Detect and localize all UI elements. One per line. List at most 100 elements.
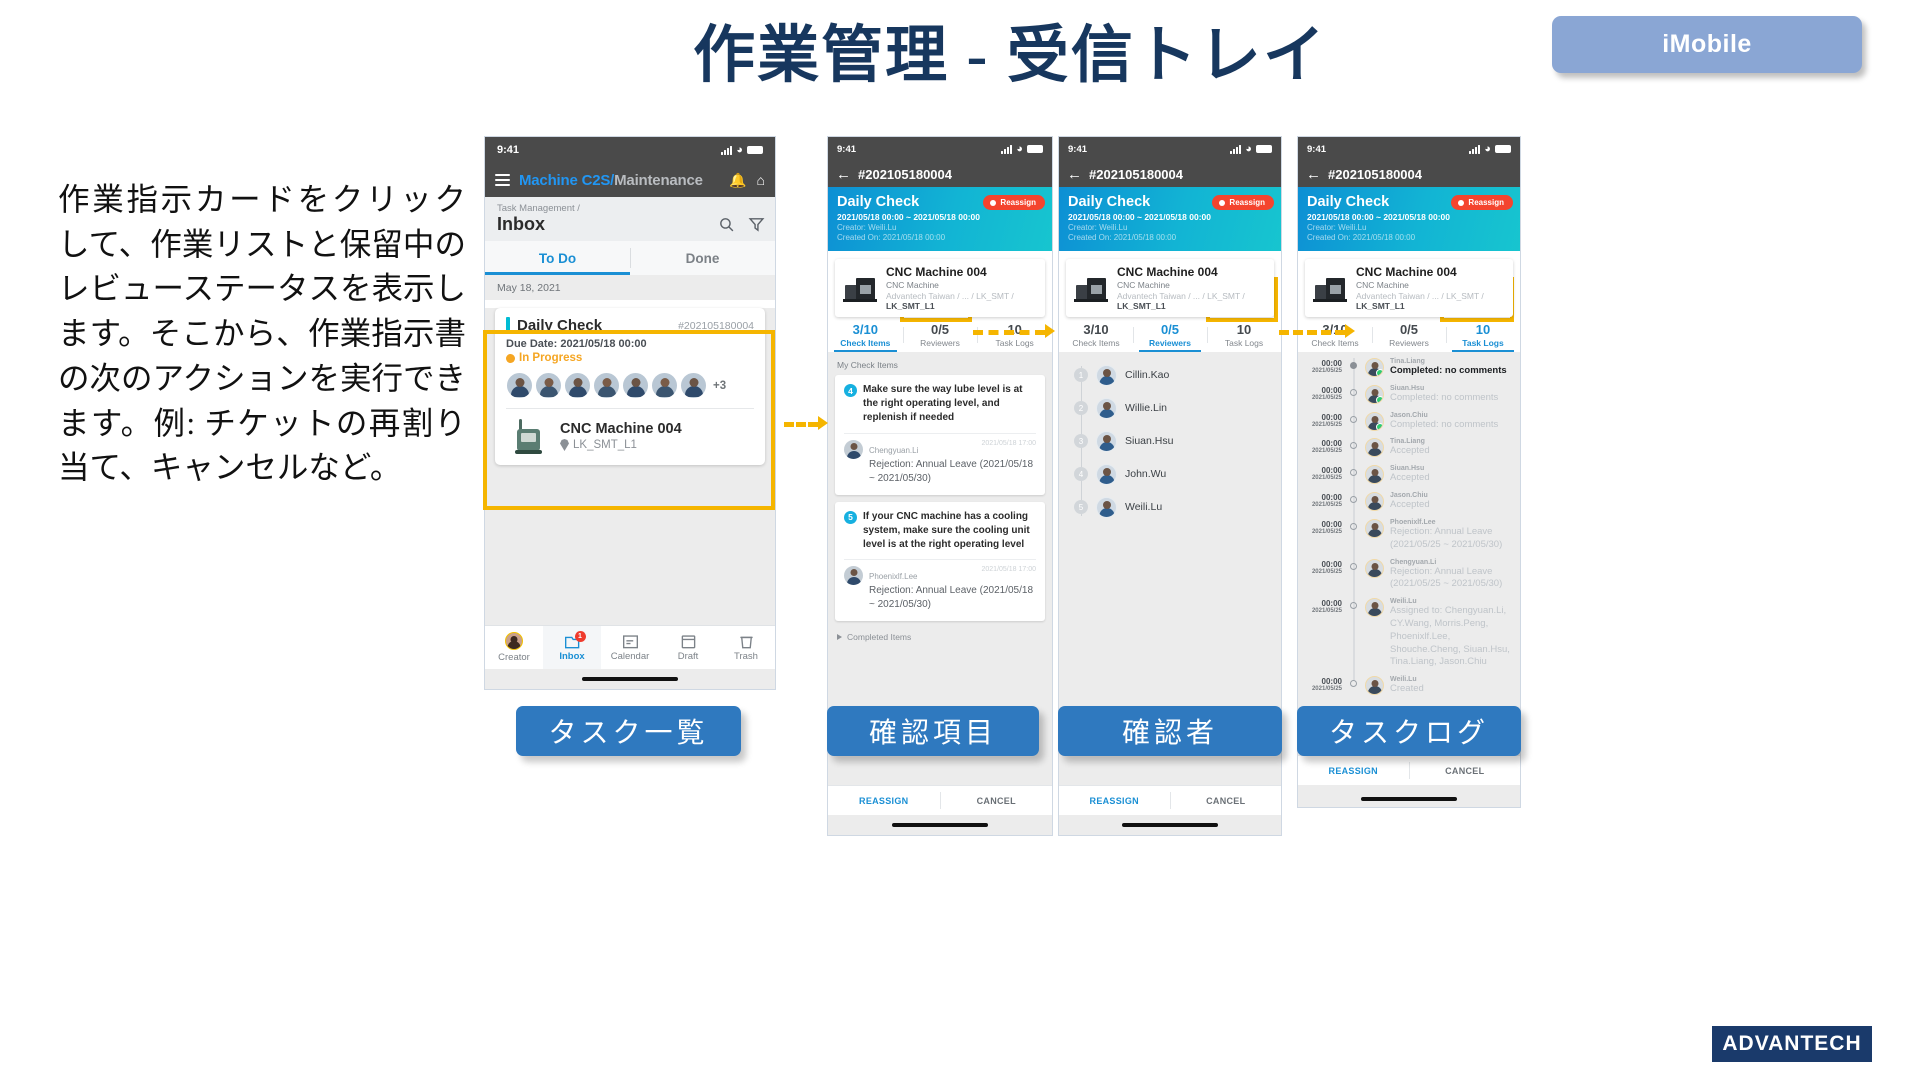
nav-item-draft[interactable]: Draft: [659, 626, 717, 669]
log-entry[interactable]: 00:00 2021/05/25 Chengyuan.Li Rejection:…: [1298, 558, 1520, 604]
stat-reviewers[interactable]: 0/5 Reviewers: [1133, 322, 1207, 352]
reassign-badge[interactable]: Reassign: [983, 195, 1045, 210]
stat-task-logs[interactable]: 10 Task Logs: [977, 322, 1052, 348]
hero-date-range: 2021/05/18 00:00 ~ 2021/05/18 00:00: [1068, 212, 1211, 222]
log-content: Jason.Chiu Accepted: [1390, 492, 1513, 512]
tab-done[interactable]: Done: [630, 241, 775, 275]
list-item[interactable]: 5 Weili.Lu: [1059, 493, 1281, 521]
stat-task-logs[interactable]: 10 Task Logs: [1446, 322, 1520, 352]
cancel-button[interactable]: CANCEL: [1171, 786, 1282, 815]
log-time: 00:00: [1321, 439, 1342, 449]
log-message: Completed: no comments: [1390, 365, 1507, 376]
machine-path-dim: Advantech Taiwan / ... / LK_SMT /: [1117, 291, 1245, 301]
status-time: 9:41: [497, 144, 520, 156]
nav-item-creator[interactable]: Creator: [485, 626, 543, 669]
list-item[interactable]: 4 John.Wu: [1059, 460, 1281, 488]
log-timestamp: 00:00 2021/05/25: [1304, 465, 1342, 485]
stat-check-items[interactable]: 3/10 Check Items: [828, 322, 903, 352]
flow-arrow-3: [1279, 330, 1345, 335]
log-content: Weili.Lu Created: [1390, 676, 1513, 696]
reassign-button[interactable]: REASSIGN: [828, 786, 940, 815]
log-entry[interactable]: 00:00 2021/05/25 Phoenixlf.Lee Rejection…: [1298, 518, 1520, 564]
log-date: 2021/05/25: [1311, 475, 1342, 482]
back-arrow-icon[interactable]: ←: [836, 166, 851, 183]
search-icon[interactable]: [718, 216, 735, 233]
cancel-button[interactable]: CANCEL: [941, 786, 1053, 815]
stat-task-logs[interactable]: 10 Task Logs: [1207, 322, 1281, 348]
wifi-icon: ◕: [1016, 142, 1023, 155]
check-item-number: 4: [844, 384, 857, 397]
stat-check-items[interactable]: 3/10 Check Items: [1298, 322, 1372, 348]
list-item[interactable]: 3 Siuan.Hsu: [1059, 427, 1281, 455]
task-card[interactable]: Daily Check #202105180004 Due Date: 2021…: [495, 308, 765, 465]
machine-card[interactable]: CNC Machine 004 CNC Machine Advantech Ta…: [835, 259, 1045, 317]
stat-label: Reviewers: [1148, 338, 1192, 348]
reassign-badge[interactable]: Reassign: [1212, 195, 1274, 210]
machine-type: CNC Machine: [1356, 280, 1409, 290]
list-item[interactable]: 2 Willie.Lin: [1059, 394, 1281, 422]
stat-reviewers[interactable]: 0/5 Reviewers: [902, 322, 978, 348]
machine-card[interactable]: CNC Machine 004 CNC Machine Advantech Ta…: [1066, 259, 1274, 317]
log-author: Siuan.Hsu: [1390, 384, 1425, 392]
hero-creator: Creator: Weili.Lu: [1307, 223, 1367, 232]
log-message: Rejection: Annual Leave (2021/05/25 ~ 20…: [1390, 565, 1503, 590]
back-arrow-icon[interactable]: ←: [1067, 166, 1082, 183]
cancel-button[interactable]: CANCEL: [1410, 756, 1521, 785]
log-content: Tina.Liang Completed: no comments: [1390, 358, 1513, 378]
list-item[interactable]: 1 Cillin.Kao: [1059, 361, 1281, 389]
timeline-dot-icon: [1350, 680, 1357, 688]
log-entry[interactable]: 00:00 2021/05/25 Siuan.Hsu Accepted: [1298, 465, 1520, 498]
completed-items-toggle[interactable]: Completed Items: [828, 628, 1052, 650]
status-time: 9:41: [1307, 143, 1327, 155]
status-indicators: ◕: [721, 144, 763, 156]
task-name: Daily Check: [517, 317, 603, 334]
nav-label: Calendar: [610, 650, 650, 662]
nav-item-trash[interactable]: Trash: [717, 626, 775, 669]
machine-card[interactable]: CNC Machine 004 CNC Machine Advantech Ta…: [1305, 259, 1513, 317]
log-timeline-marker: [1348, 492, 1359, 524]
log-entry[interactable]: 00:00 2021/05/25 Jason.Chiu Accepted: [1298, 492, 1520, 524]
reviewers-list: 1 Cillin.Kao 2 Willie.Lin 3 Siuan.Hsu 4 …: [1059, 352, 1281, 835]
check-item-card[interactable]: 4 Make sure the way lube level is at the…: [835, 375, 1045, 495]
task-accent-bar: [506, 317, 510, 334]
check-item-card[interactable]: 5 If your CNC machine has a cooling syst…: [835, 501, 1045, 622]
log-entry[interactable]: 00:00 2021/05/25 Weili.Lu Created: [1298, 676, 1520, 696]
machine-name: CNC Machine 004: [560, 421, 682, 437]
log-entry[interactable]: 00:00 2021/05/25 Tina.Liang Completed: n…: [1298, 358, 1520, 390]
back-arrow-icon[interactable]: ←: [1306, 166, 1321, 183]
log-timestamp: 00:00 2021/05/25: [1304, 676, 1342, 696]
flow-arrow-1: [784, 422, 818, 427]
log-author: Chengyuan.Li: [1390, 558, 1437, 566]
timeline-dot-icon: [1350, 522, 1357, 530]
filter-icon[interactable]: [748, 216, 765, 233]
reassign-button[interactable]: REASSIGN: [1059, 786, 1170, 815]
log-entry[interactable]: 00:00 2021/05/25 Siuan.Hsu Completed: no…: [1298, 384, 1520, 417]
timeline-dot-icon: [1350, 388, 1357, 396]
avatar: [1365, 465, 1384, 485]
reassign-button[interactable]: REASSIGN: [1298, 756, 1409, 785]
stat-value: 3/10: [1083, 322, 1109, 337]
timeline-dot-icon: [1350, 362, 1357, 369]
log-entry[interactable]: 00:00 2021/05/25 Tina.Liang Accepted: [1298, 438, 1520, 471]
tab-todo[interactable]: To Do: [485, 241, 630, 275]
divider: [506, 408, 754, 409]
reassign-badge[interactable]: Reassign: [1451, 195, 1513, 210]
cnc-machine-icon: [1074, 274, 1108, 302]
reviewer-order: 4: [1074, 467, 1088, 481]
nav-item-inbox[interactable]: 1 Inbox: [543, 626, 601, 669]
status-dot-icon: [506, 353, 515, 363]
log-timeline-marker: [1348, 465, 1359, 498]
log-entry[interactable]: 00:00 2021/05/25 Weili.Lu Assigned to: C…: [1298, 598, 1520, 682]
check-items-body: My Check Items 4 Make sure the way lube …: [828, 352, 1052, 835]
machine-path: Advantech Taiwan / ... / LK_SMT / LK_SMT…: [1356, 291, 1505, 311]
stat-reviewers[interactable]: 0/5 Reviewers: [1372, 322, 1446, 348]
log-date: 2021/05/25: [1311, 686, 1342, 693]
home-icon[interactable]: ⌂: [757, 172, 765, 189]
log-entry[interactable]: 00:00 2021/05/25 Jason.Chiu Completed: n…: [1298, 411, 1520, 444]
bell-icon[interactable]: 🔔: [729, 172, 746, 189]
nav-item-calendar[interactable]: Calendar: [601, 626, 659, 669]
stat-check-items[interactable]: 3/10 Check Items: [1059, 322, 1133, 348]
log-timestamp: 00:00 2021/05/25: [1304, 559, 1342, 592]
hamburger-menu-icon[interactable]: [495, 174, 510, 186]
avatar: [844, 566, 863, 586]
